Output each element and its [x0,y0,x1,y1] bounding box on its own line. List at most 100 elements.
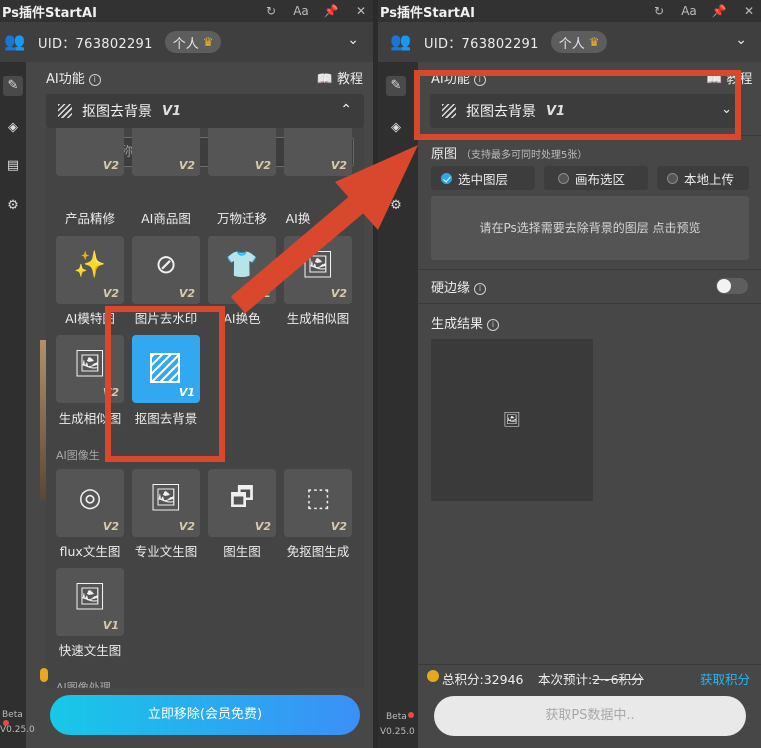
feature-tile-remove-watermark[interactable]: ⊘ V2 [132,236,200,304]
feature-dropdown-label: 抠图去背景 [82,104,152,120]
feature-dropdown-version: V1 [162,103,182,119]
feature-dropdown[interactable]: 抠图去背景 V1 ⌃ [46,94,364,128]
no-watermark-icon: ⊘ [155,250,177,280]
user-bar: 👥 UID：763802291 个人 ♛ ⌄ [378,22,761,62]
hard-edge-label: 硬边缘 i [431,277,487,296]
coin-icon [427,670,439,682]
get-points-link[interactable]: 获取积分 [700,669,750,688]
swirl-icon: ◎ [78,483,102,513]
layers-icon[interactable]: ◈ [386,118,406,138]
feature-label: 免抠图生成 [286,544,350,559]
feature-label: 图生图 [223,544,261,559]
edit-icon[interactable]: ✎ [3,76,23,96]
remove-now-button[interactable]: 立即移除(会员免费) [50,695,360,735]
image-text-icon: 🖼 [149,483,183,513]
feature-label: 快速文生图 [58,643,122,658]
chevron-up-icon[interactable]: ⌃ [340,102,352,118]
plan-badge[interactable]: 个人 ♛ [550,31,608,53]
source-image-title: 原图 （支持最多可同时处理5张） [431,147,588,162]
feature-tile-no-cutout[interactable]: ⬚ V2 [284,469,352,537]
gear-icon[interactable]: ⚙ [386,196,406,216]
divider [418,303,761,304]
feature-label: 生成相似图 [286,311,350,326]
plan-badge[interactable]: 个人 ♛ [164,31,222,53]
document-icon[interactable]: ▤ [3,156,23,176]
feature-tile[interactable]: V2 [132,128,200,176]
section-label: AI图像处理 [56,681,111,688]
version-label: V0.25.0 [0,725,35,735]
divider [418,269,761,270]
feature-tile-flux[interactable]: ◎ V2 [56,469,124,537]
close-icon[interactable]: ✕ [741,4,757,18]
plan-badge-label: 个人 [558,36,585,52]
frame-icon: ⬚ [305,483,331,513]
image-text-icon: 🖼 [73,582,107,612]
plan-badge-label: 个人 [172,36,199,52]
feature-tile[interactable]: V2 [284,128,352,176]
hard-edge-toggle[interactable] [716,278,748,294]
fetch-ps-data-button[interactable]: 获取PS数据中.. [434,696,746,736]
feature-label: 专业文生图 [134,544,198,559]
option-local-upload[interactable]: 本地上传 [657,166,749,190]
close-icon[interactable]: ✕ [353,4,369,18]
option-selected-layer[interactable]: 选中图层 [431,166,535,190]
tutorial-link[interactable]: 📖 教程 [317,68,363,87]
uid-label: UID：763802291 [38,36,153,52]
shirt-icon: 👕 [225,250,259,280]
users-icon: 👥 [390,32,412,52]
user-bar: 👥 UID：763802291 个人 ♛ ⌄ [0,22,373,62]
window-controls: ↻ Aa 📌 ✕ [263,0,369,22]
window-controls: ↻ Aa 📌 ✕ [651,0,757,22]
feature-label: 产品精修 [64,211,115,226]
side-rail: ✎ ◈ ▤ ⚙ Beta V0.25.0 [0,62,35,748]
total-points: 总积分:32946 [442,672,524,687]
feature-tile[interactable]: V2 [56,128,124,176]
app-title: Ps插件StartAI [2,5,97,21]
pin-icon[interactable]: 📌 [711,4,727,18]
image-placeholder-icon: 🖼 [503,412,521,428]
layer-hint-box[interactable]: 请在Ps选择需要去除背景的图层 点击预览 [431,196,749,260]
crown-icon: ♛ [588,35,600,49]
refresh-icon[interactable]: ↻ [651,4,667,18]
version-label: V0.25.0 [380,727,415,737]
font-size-icon[interactable]: Aa [681,4,697,18]
result-preview: 🖼 [431,339,593,501]
person-sparkle-icon: ✨ [73,250,107,280]
app-title: Ps插件StartAI [380,5,475,21]
radio-checked-icon [441,172,452,184]
layers-icon[interactable]: ◈ [3,118,23,138]
feature-label: flux文生图 [59,544,121,559]
chevron-down-icon[interactable]: ⌄ [735,32,747,48]
beta-label: Beta [386,712,414,722]
annotation-highlight-box [414,70,741,140]
edit-icon[interactable]: ✎ [386,76,406,96]
pin-icon[interactable]: 📌 [323,4,339,18]
feature-tile-pro-text2img[interactable]: 🖼 V2 [132,469,200,537]
feature-tile-fast-text2img[interactable]: 🖼 V1 [56,568,124,636]
annotation-highlight-box [105,306,225,462]
chevron-down-icon[interactable]: ⌄ [347,32,359,48]
hatch-icon [58,104,72,118]
feature-label: AI商品图 [141,211,191,226]
refresh-icon[interactable]: ↻ [263,4,279,18]
feature-tile[interactable]: V2 [208,128,276,176]
ai-functions-title: AI功能 i [46,68,101,87]
image-icon: 🖼 [301,250,335,280]
source-note: （支持最多可同时处理5张） [461,150,588,161]
feature-label: 万物迁移 [216,211,267,226]
feature-tile-recolor[interactable]: 👕 V2 [208,236,276,304]
gear-icon[interactable]: ⚙ [3,196,23,216]
images-icon: 🗗 [229,483,255,513]
info-icon: i [474,282,487,295]
info-icon: i [487,318,500,331]
font-size-icon[interactable]: Aa [293,4,309,18]
info-icon: i [88,73,101,86]
feature-tile-ai-model[interactable]: ✨ V2 [56,236,124,304]
uid-label: UID：763802291 [424,36,539,52]
feature-tile-img2img[interactable]: 🗗 V2 [208,469,276,537]
feature-tile-similar[interactable]: 🖼 V2 [284,236,352,304]
document-icon[interactable]: ▤ [386,156,406,176]
option-canvas-selection[interactable]: 画布选区 [544,166,648,190]
users-icon: 👥 [4,32,26,52]
radio-icon [558,172,569,184]
